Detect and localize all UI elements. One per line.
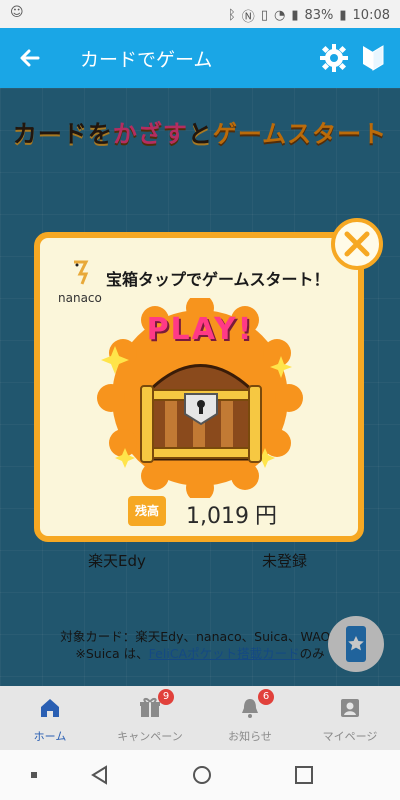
back-arrow-icon[interactable] — [16, 44, 44, 72]
home-icon — [41, 699, 59, 717]
recent-dot-icon[interactable] — [22, 764, 46, 786]
treasure-chest-button[interactable]: PLAY! — [95, 298, 305, 498]
vibrate-icon: ▯ — [260, 8, 268, 23]
signal-icon: ▮ — [291, 8, 299, 23]
system-nav-bar — [0, 750, 400, 800]
home-circle-icon[interactable] — [190, 764, 214, 786]
balance-unit: 円 — [254, 504, 277, 529]
close-icon — [344, 231, 370, 257]
back-triangle-icon[interactable] — [88, 764, 112, 786]
campaign-badge: 9 — [158, 689, 174, 705]
nav-notifications[interactable]: 6 お知らせ — [200, 686, 300, 750]
nfc-icon: Ⓝ — [241, 10, 255, 25]
nav-notifications-label: お知らせ — [228, 730, 272, 743]
balance-value: 1,019 — [186, 504, 249, 529]
nav-home[interactable]: ホーム — [0, 686, 100, 750]
clock: 10:08 — [352, 8, 390, 23]
balance-label: 残高 — [128, 496, 166, 526]
nav-campaign-label: キャンペーン — [117, 730, 183, 743]
play-label: PLAY! — [146, 312, 254, 347]
status-bar: ☺ ᛒ Ⓝ ▯ ◔ ▮ 83% ▮ 10:08 — [0, 0, 400, 28]
balance-amount: 1,019 円 — [186, 498, 277, 530]
bottom-nav: ホーム 9 キャンペーン 6 お知らせ マイページ — [0, 686, 400, 750]
nav-home-label: ホーム — [33, 730, 67, 743]
notifications-badge: 6 — [258, 689, 274, 705]
battery-icon: ▮ — [339, 8, 347, 23]
beginner-mark-icon[interactable] — [360, 44, 386, 72]
battery-percent: 83% — [304, 8, 334, 23]
app-bar: カードでゲーム — [0, 28, 400, 88]
page-title: カードでゲーム — [80, 49, 213, 71]
game-start-dialog: nanaco 宝箱タップでゲームスタート！ PLAY! 残高 1,019 円 — [34, 232, 364, 542]
wifi-icon: ◔ — [273, 8, 286, 23]
close-button[interactable] — [331, 218, 383, 270]
gear-icon[interactable] — [318, 42, 350, 74]
nav-campaign[interactable]: 9 キャンペーン — [100, 686, 200, 750]
nav-mypage-label: マイページ — [322, 730, 378, 743]
dialog-message: 宝箱タップでゲームスタート！ — [106, 270, 330, 289]
nav-mypage[interactable]: マイページ — [300, 686, 400, 750]
overview-square-icon[interactable] — [292, 764, 316, 786]
bluetooth-icon: ᛒ — [227, 8, 236, 23]
profile-icon — [341, 699, 359, 717]
smiley-icon: ☺ — [10, 5, 24, 20]
